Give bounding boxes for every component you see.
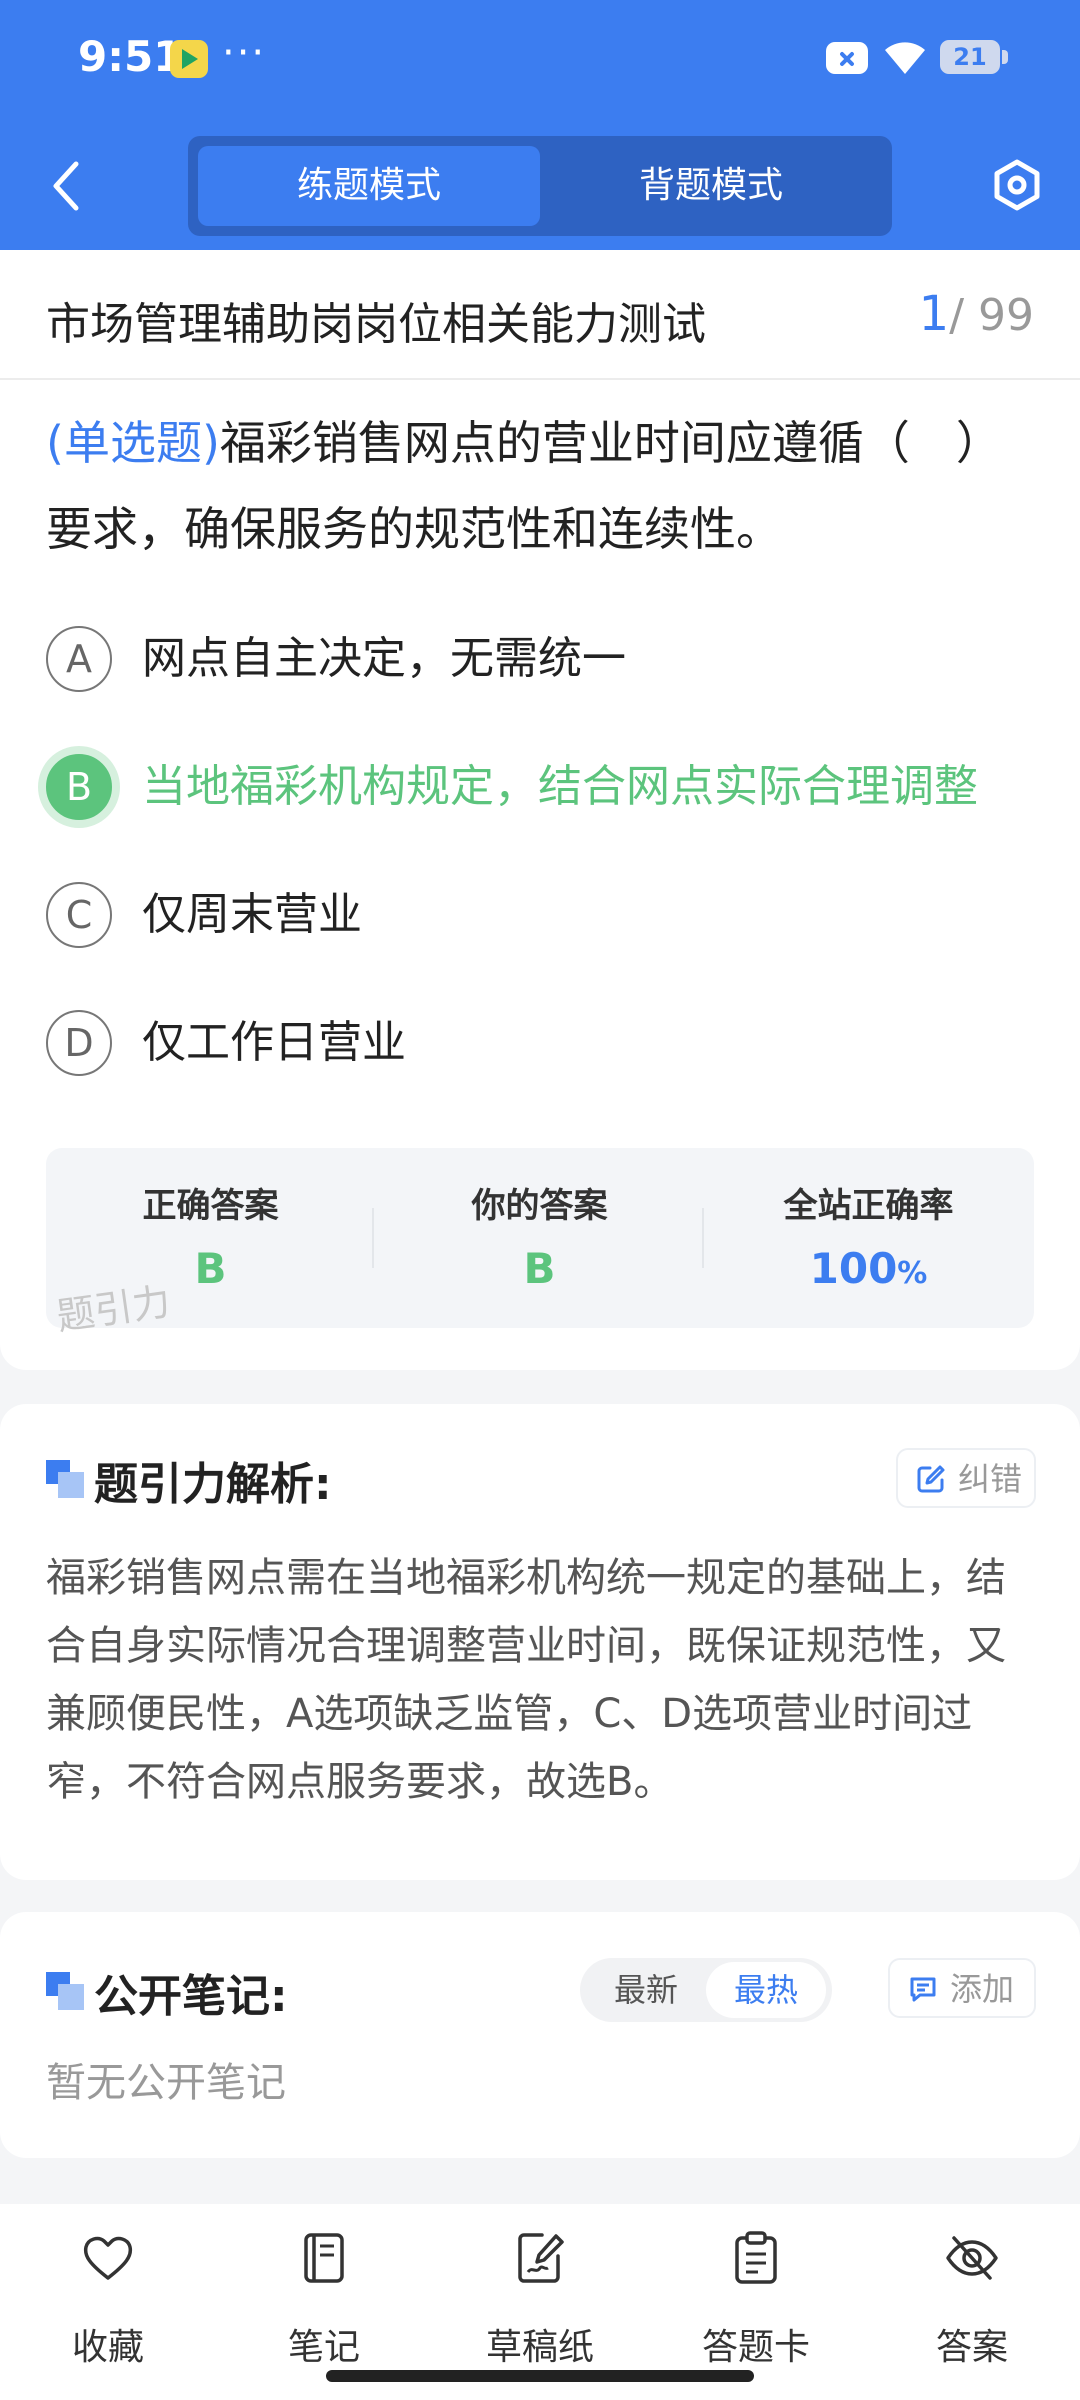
notes-title: 公开笔记: xyxy=(94,1971,288,2022)
mode-switch: 练题模式 背题模式 xyxy=(188,136,892,236)
wifi-icon xyxy=(885,42,925,74)
stat-label: 全站正确率 xyxy=(783,1186,954,1226)
answer-card-label: 答题卡 xyxy=(701,2327,810,2368)
sort-hot[interactable]: 最热 xyxy=(706,1962,826,2018)
stat-label: 正确答案 xyxy=(142,1186,279,1226)
draft-icon xyxy=(518,2233,564,2283)
section-icon xyxy=(46,1460,84,1498)
notes-sort-switch: 最新 最热 xyxy=(580,1958,832,2022)
stat-value: 100% xyxy=(704,1244,1033,1293)
divider xyxy=(0,378,1080,380)
comment-icon xyxy=(910,1977,936,2002)
analysis-title: 题引力解析: xyxy=(94,1459,332,1510)
analysis-text: 福彩销售网点需在当地福彩机构统一规定的基础上，结合自身实际情况合理调整营业时间，… xyxy=(46,1555,1006,1805)
option-letter: A xyxy=(46,626,112,692)
favorite-label: 收藏 xyxy=(71,2327,144,2368)
analysis-panel: 题引力解析: 纠错 福彩销售网点需在当地福彩机构统一规定的基础上，结合自身实际情… xyxy=(0,1404,1080,1880)
question-type: (单选题) xyxy=(46,416,220,470)
exam-title: 市场管理辅助岗岗位相关能力测试 xyxy=(46,299,706,350)
option-letter: D xyxy=(46,1010,112,1076)
sort-latest[interactable]: 最新 xyxy=(586,1962,706,2018)
option-text: 当地福彩机构规定，结合网点实际合理调整 xyxy=(142,761,978,812)
section-icon xyxy=(46,1972,84,2010)
option-letter: C xyxy=(46,882,112,948)
clipboard-icon xyxy=(735,2231,777,2284)
current-question-number: 1 xyxy=(918,286,950,342)
option-c[interactable]: C 仅周末营业 xyxy=(46,878,1046,958)
notes-label: 笔记 xyxy=(287,2327,360,2368)
report-error-button[interactable]: 纠错 xyxy=(896,1448,1036,1508)
battery-icon: 21 xyxy=(940,40,1008,74)
tab-memorize-mode[interactable]: 背题模式 xyxy=(540,146,882,226)
bottom-toolbar: 收藏 笔记 草稿纸 答题卡 答案 xyxy=(0,2204,1080,2400)
no-sim-icon xyxy=(826,42,868,74)
battery-level: 21 xyxy=(953,43,987,71)
question-counter[interactable]: 1/ 99 xyxy=(919,286,1034,342)
stat-accuracy-rate: 全站正确率 100% xyxy=(704,1148,1033,1328)
app-notification-icon xyxy=(170,40,208,78)
rate-number: 100 xyxy=(809,1244,898,1293)
add-note-label: 添加 xyxy=(950,1970,1015,2008)
draft-paper-label: 草稿纸 xyxy=(485,2327,594,2368)
no-notes-text: 暂无公开笔记 xyxy=(46,2060,286,2106)
draft-paper-button[interactable]: 草稿纸 xyxy=(450,2230,630,2368)
option-text: 仅工作日营业 xyxy=(142,1017,406,1068)
rate-unit: % xyxy=(897,1256,928,1291)
notes-button[interactable]: 笔记 xyxy=(234,2230,414,2368)
notes-panel: 公开笔记: 最新 最热 添加 暂无公开笔记 xyxy=(0,1912,1080,2158)
option-text: 仅周末营业 xyxy=(142,889,362,940)
more-notifications-icon: ··· xyxy=(222,30,267,76)
option-d[interactable]: D 仅工作日营业 xyxy=(46,1006,1046,1086)
header: 9:51 ··· 21 练题模式 背题模式 xyxy=(0,0,1080,250)
stat-label: 你的答案 xyxy=(471,1186,608,1226)
stat-value: B xyxy=(523,1244,556,1293)
report-error-label: 纠错 xyxy=(958,1460,1023,1498)
answer-card-button[interactable]: 答题卡 xyxy=(666,2230,846,2368)
option-a[interactable]: A 网点自主决定，无需统一 xyxy=(46,622,1046,702)
total-questions: / 99 xyxy=(949,290,1034,341)
option-b[interactable]: B 当地福彩机构规定，结合网点实际合理调整 xyxy=(46,750,1046,830)
heart-icon xyxy=(83,2236,133,2280)
status-time: 9:51 xyxy=(78,32,183,81)
stat-separator xyxy=(372,1208,374,1268)
question-text: (单选题)福彩销售网点的营业时间应遵循（ ）要求，确保服务的规范性和连续性。 xyxy=(46,400,1026,572)
nav-bar: 练题模式 背题模式 xyxy=(0,130,1080,240)
eye-off-icon xyxy=(946,2236,998,2280)
answer-label: 答案 xyxy=(935,2327,1008,2368)
settings-icon[interactable] xyxy=(990,158,1044,212)
tab-practice-mode[interactable]: 练题模式 xyxy=(198,146,540,226)
home-indicator[interactable] xyxy=(326,2370,754,2382)
show-answer-button[interactable]: 答案 xyxy=(882,2230,1062,2368)
favorite-button[interactable]: 收藏 xyxy=(18,2230,198,2368)
answer-stats: 正确答案 B 你的答案 B 全站正确率 100% 题引力 xyxy=(46,1148,1034,1339)
stat-your-answer: 你的答案 B xyxy=(375,1148,704,1328)
option-text: 网点自主决定，无需统一 xyxy=(142,633,626,684)
question-panel: 市场管理辅助岗岗位相关能力测试 1/ 99 (单选题)福彩销售网点的营业时间应遵… xyxy=(0,250,1080,1370)
status-bar: 9:51 ··· 21 xyxy=(0,0,1080,120)
notebook-icon xyxy=(304,2233,344,2283)
edit-icon xyxy=(917,1465,945,1493)
add-note-button[interactable]: 添加 xyxy=(888,1958,1036,2018)
option-letter: B xyxy=(46,754,112,820)
back-icon[interactable] xyxy=(44,156,88,216)
